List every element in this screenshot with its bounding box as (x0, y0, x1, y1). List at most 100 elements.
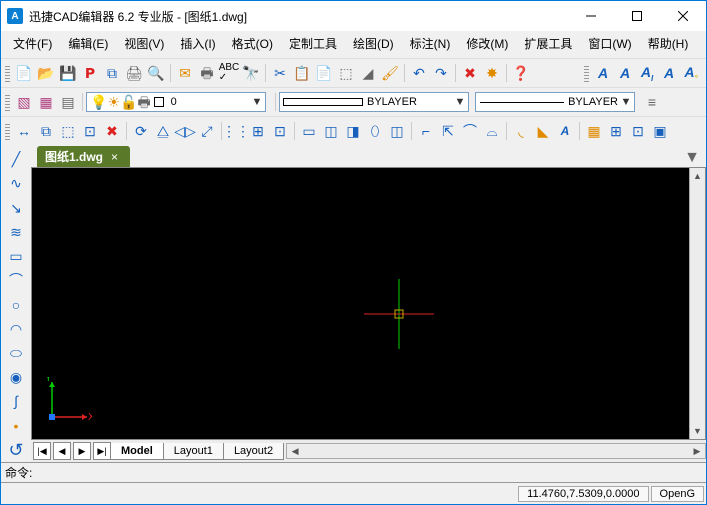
lineweight-combo[interactable]: BYLAYER ▼ (475, 92, 635, 112)
edit-text-icon[interactable]: A (554, 120, 576, 142)
menu-modify[interactable]: 修改(M) (458, 33, 516, 54)
scroll-right-icon[interactable]: ▶ (689, 444, 705, 458)
move-icon[interactable]: ↔ (13, 120, 35, 142)
lineweight-settings-icon[interactable]: ≡ (641, 91, 663, 113)
array-path-icon[interactable]: ⊞ (247, 120, 269, 142)
spline-icon[interactable]: ∫ (5, 391, 27, 411)
delete-icon[interactable]: ✖ (459, 62, 481, 84)
grip-edit-icon[interactable]: ⊡ (79, 120, 101, 142)
menu-dimension[interactable]: 标注(N) (402, 33, 459, 54)
linetype-combo[interactable]: BYLAYER ▼ (279, 92, 469, 112)
menu-file[interactable]: 文件(F) (5, 33, 60, 54)
spellcheck-icon[interactable]: ABC✓ (218, 62, 240, 84)
rotate-icon[interactable]: ⟳ (130, 120, 152, 142)
publish-icon[interactable]: 🖶 (196, 62, 218, 84)
text-style-a2-icon[interactable]: A (614, 62, 636, 84)
wedge-icon[interactable]: ◨ (342, 120, 364, 142)
construction-line-icon[interactable]: ↘ (5, 197, 27, 217)
edit-hatch-icon[interactable]: ▦ (583, 120, 605, 142)
point-icon[interactable]: • (5, 416, 27, 436)
maximize-button[interactable] (614, 1, 660, 31)
toolbar-grip[interactable] (5, 122, 10, 140)
command-line[interactable]: 命令: (1, 462, 706, 482)
menu-custom-tools[interactable]: 定制工具 (281, 33, 345, 54)
menu-window[interactable]: 窗口(W) (580, 33, 639, 54)
tabs-overflow-icon[interactable]: ▼ (678, 149, 706, 167)
tab-nav-last-icon[interactable]: ▶| (93, 442, 111, 460)
ellipse-icon[interactable]: ⬭ (5, 343, 27, 363)
toolbar-grip[interactable] (5, 64, 10, 82)
text-style-a5-icon[interactable]: A° (680, 62, 702, 84)
arc-icon[interactable]: ⌒ (5, 270, 27, 290)
toolbar-grip[interactable] (5, 93, 10, 111)
menu-edit[interactable]: 编辑(E) (60, 33, 116, 54)
brush-icon[interactable]: 🖌 (379, 62, 401, 84)
chevron-down-icon[interactable]: ▼ (249, 96, 265, 108)
chamfer-icon[interactable]: ◣ (532, 120, 554, 142)
ellipse-arc-icon[interactable]: ◠ (5, 319, 27, 339)
close-tab-icon[interactable]: × (111, 150, 118, 164)
trim-icon[interactable]: ⌐ (415, 120, 437, 142)
new-icon[interactable]: 📄 (13, 62, 35, 84)
mirror-icon[interactable]: ⧋ (152, 120, 174, 142)
line-icon[interactable]: ╱ (5, 149, 27, 169)
vertical-scrollbar[interactable]: ▲ ▼ (689, 168, 705, 439)
layer-freeze-icon[interactable]: ▤ (57, 91, 79, 113)
save-all-icon[interactable]: ⧉ (101, 62, 123, 84)
text-style-a1-icon[interactable]: A (592, 62, 614, 84)
text-style-a3-icon[interactable]: AI (636, 62, 658, 84)
polyline-icon[interactable]: ∿ (5, 173, 27, 193)
copy-icon[interactable]: 📋 (291, 62, 313, 84)
cylinder-icon[interactable]: ⬯ (364, 120, 386, 142)
tab-nav-prev-icon[interactable]: ◀ (53, 442, 71, 460)
menu-format[interactable]: 格式(O) (224, 33, 281, 54)
cut-icon[interactable]: ✂ (269, 62, 291, 84)
refresh-icon[interactable]: ↺ (5, 440, 27, 460)
menu-insert[interactable]: 插入(I) (172, 33, 223, 54)
horizontal-scrollbar[interactable]: ◀ ▶ (286, 443, 706, 459)
drawing-canvas[interactable]: X Y ▲ ▼ (31, 167, 706, 440)
redo-icon[interactable]: ↷ (430, 62, 452, 84)
paste-icon[interactable]: 📄 (313, 62, 335, 84)
tab-layout2[interactable]: Layout2 (223, 443, 284, 460)
print-preview-icon[interactable]: 🔍 (145, 62, 167, 84)
scroll-left-icon[interactable]: ◀ (287, 444, 303, 458)
chevron-down-icon[interactable]: ▼ (618, 96, 634, 108)
toolbar-grip[interactable] (584, 64, 589, 82)
array-rect-icon[interactable]: ⋮⋮ (225, 120, 247, 142)
layer-state-icon[interactable]: ▦ (35, 91, 57, 113)
menu-help[interactable]: 帮助(H) (640, 33, 697, 54)
fillet-icon[interactable]: ◟ (510, 120, 532, 142)
find-icon[interactable]: 🔭 (240, 62, 262, 84)
save-icon[interactable]: 💾 (57, 62, 79, 84)
layer-manager-icon[interactable]: ▧ (13, 91, 35, 113)
text-style-a4-icon[interactable]: A (658, 62, 680, 84)
scroll-up-icon[interactable]: ▲ (690, 168, 705, 184)
help-icon[interactable]: ❓ (510, 62, 532, 84)
cube-icon[interactable]: ◫ (320, 120, 342, 142)
donut-icon[interactable]: ◉ (5, 367, 27, 387)
tab-model[interactable]: Model (110, 443, 164, 460)
explode-icon[interactable]: ✸ (481, 62, 503, 84)
circle-icon[interactable]: ○ (5, 294, 27, 314)
align-icon[interactable]: ⊡ (269, 120, 291, 142)
undo-icon[interactable]: ↶ (408, 62, 430, 84)
scale-icon[interactable]: ⤢ (196, 120, 218, 142)
tab-nav-first-icon[interactable]: |◀ (33, 442, 51, 460)
scroll-down-icon[interactable]: ▼ (690, 423, 705, 439)
join-icon[interactable]: ⌓ (481, 120, 503, 142)
cone-icon[interactable]: ◫ (386, 120, 408, 142)
multiline-icon[interactable]: ≋ (5, 222, 27, 242)
email-icon[interactable]: ✉ (174, 62, 196, 84)
doc-tab-active[interactable]: 图纸1.dwg × (37, 146, 130, 167)
menu-view[interactable]: 视图(V) (116, 33, 172, 54)
offset-icon[interactable]: ⬚ (57, 120, 79, 142)
copy-obj-icon[interactable]: ⧉ (35, 120, 57, 142)
tab-nav-next-icon[interactable]: ▶ (73, 442, 91, 460)
box3d-icon[interactable]: ▭ (298, 120, 320, 142)
extend-icon[interactable]: ⇱ (437, 120, 459, 142)
menu-extend-tools[interactable]: 扩展工具 (516, 33, 580, 54)
matchprop-icon[interactable]: ⬚ (335, 62, 357, 84)
menu-draw[interactable]: 绘图(D) (345, 33, 402, 54)
tab-layout1[interactable]: Layout1 (163, 443, 224, 460)
